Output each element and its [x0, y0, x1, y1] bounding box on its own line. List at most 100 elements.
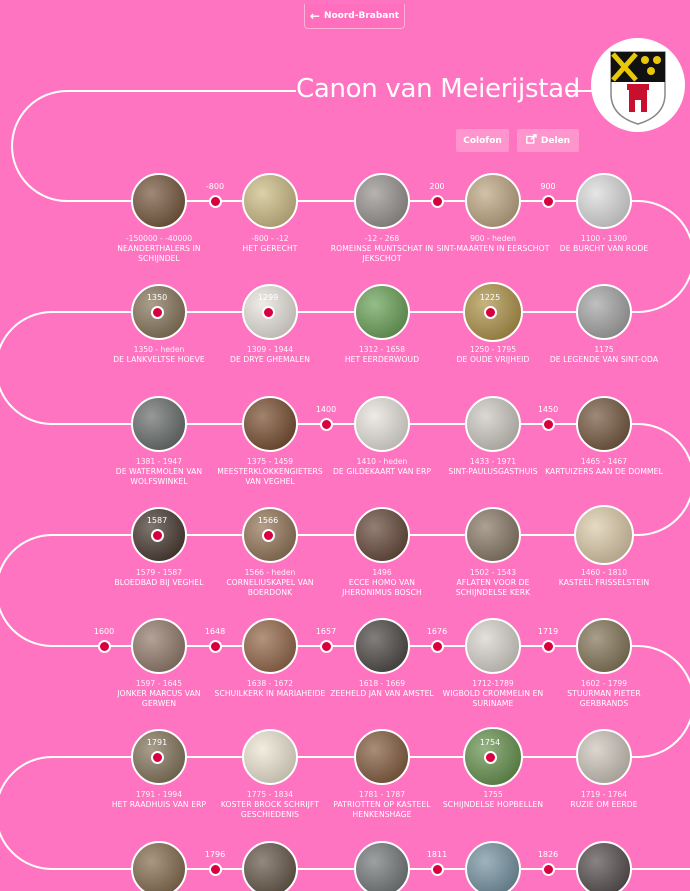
timeline-marker-dot [319, 417, 333, 431]
timeline-item-caption[interactable]: 1381 - 1947 De watermolen van Wolfswinkel [100, 457, 218, 487]
timeline-item-thumbnail[interactable] [242, 729, 298, 785]
timeline-item-date: 1375 - 1459 [246, 457, 294, 466]
timeline-item-thumbnail[interactable] [131, 396, 187, 452]
timeline-item-caption[interactable]: 1175 De legende van Sint-Oda [545, 345, 663, 365]
timeline-item-title: De legende van Sint-Oda [549, 355, 659, 364]
timeline-item-caption[interactable]: 1465 - 1467 Kartuizers aan de Dommel [545, 457, 663, 477]
timeline-item-thumbnail[interactable] [465, 841, 521, 891]
timeline-marker-year: 1450 [537, 405, 559, 414]
timeline-marker-dot [483, 305, 497, 319]
timeline-item-thumbnail[interactable] [242, 841, 298, 891]
timeline-item-title: De gildekaart van Erp [332, 467, 432, 476]
timeline-item-caption[interactable]: 1433 - 1971 Sint-Paulusgasthuis [434, 457, 552, 477]
timeline-item-thumbnail[interactable] [354, 396, 410, 452]
timeline-item-caption[interactable]: 1775 - 1834 Koster Brock schrijft geschie… [211, 790, 329, 820]
timeline-marker-year: 900 [540, 182, 556, 191]
timeline-item-thumbnail[interactable] [576, 284, 632, 340]
timeline-item-caption[interactable]: 1350 - heden De Lankveltse Hoeve [100, 345, 218, 365]
timeline-item-thumbnail[interactable] [576, 841, 632, 891]
timeline-item-caption[interactable]: 1502 - 1543 Aflaten voor de Schijndelse k… [434, 568, 552, 598]
timeline-item-thumbnail[interactable] [354, 841, 410, 891]
share-button[interactable]: Delen [517, 129, 579, 152]
timeline-item-thumbnail[interactable] [131, 618, 187, 674]
timeline-marker-year: 1350 [146, 293, 168, 302]
timeline-item-thumbnail[interactable] [131, 173, 187, 229]
share-icon [526, 134, 537, 147]
timeline-item-caption[interactable]: 1312 - 1658 Het Eerderwoud [323, 345, 441, 365]
timeline-item-thumbnail[interactable] [242, 396, 298, 452]
timeline-marker-year: 1796 [204, 850, 226, 859]
timeline-item-caption[interactable]: 1791 - 1994 Het raadhuis van Erp [100, 790, 218, 810]
timeline-item-title: Meesterklokkengieters van Veghel [217, 467, 323, 486]
timeline-item-thumbnail[interactable] [242, 618, 298, 674]
timeline-item-title: Neanderthalers in Schijndel [117, 244, 201, 263]
timeline-item-title: Wigbold Crommelin en Suriname [442, 689, 544, 708]
timeline-item-thumbnail[interactable] [576, 618, 632, 674]
timeline-item-title: Kartuizers aan de Dommel [545, 467, 663, 476]
timeline-item-caption[interactable]: 900 - heden Sint-Maarten in Eerschot [434, 234, 552, 254]
timeline-item-title: Stuurman Pieter Gerbrands [567, 689, 641, 708]
timeline-item-thumbnail[interactable] [576, 173, 632, 229]
timeline-item-thumbnail[interactable] [465, 396, 521, 452]
timeline-item-thumbnail[interactable] [131, 841, 187, 891]
timeline-item-title: Het raadhuis van Erp [111, 800, 207, 809]
timeline-item-caption[interactable]: 1638 - 1672 Schuilkerk in Mariaheide [211, 679, 329, 699]
timeline-marker-year: 1826 [537, 850, 559, 859]
timeline-item-date: 1719 - 1764 [580, 790, 628, 799]
timeline-item-caption[interactable]: 1496 Ecce Homo van Jheronimus Bosch [323, 568, 441, 598]
timeline-item-thumbnail[interactable] [576, 729, 632, 785]
timeline-item-thumbnail[interactable] [354, 507, 410, 563]
timeline-item-caption[interactable]: 1755 Schijndelse hopbellen [434, 790, 552, 810]
timeline-marker-dot [150, 750, 164, 764]
timeline-item-caption[interactable]: 1712-1789 Wigbold Crommelin en Suriname [434, 679, 552, 709]
timeline-item-caption[interactable]: 1602 - 1799 Stuurman Pieter Gerbrands [545, 679, 663, 709]
timeline-item-caption[interactable]: 1618 - 1669 Zeeheld Jan van Amstel [323, 679, 441, 699]
timeline-item-thumbnail[interactable] [465, 507, 521, 563]
timeline-item-caption[interactable]: -150000 - -40000 Neanderthalers in Schijn… [100, 234, 218, 264]
timeline-item-caption[interactable]: 1100 - 1300 De burcht van Rode [545, 234, 663, 254]
colofon-button[interactable]: Colofon [456, 129, 509, 152]
timeline-item-thumbnail[interactable] [354, 729, 410, 785]
timeline-item-caption[interactable]: 1410 - heden De gildekaart van Erp [323, 457, 441, 477]
timeline-item-date: -800 - -12 [251, 234, 289, 243]
timeline-marker-year: 1754 [479, 738, 501, 747]
timeline-marker-dot [319, 639, 333, 653]
timeline-marker-year: 1676 [426, 627, 448, 636]
timeline-item-thumbnail[interactable] [354, 173, 410, 229]
timeline-item-caption[interactable]: 1566 - heden Corneliuskapel van Boerdonk [211, 568, 329, 598]
timeline-item-caption[interactable]: -800 - -12 Het gerecht [211, 234, 329, 254]
timeline-item-title: Corneliuskapel van Boerdonk [226, 578, 314, 597]
timeline-item-thumbnail[interactable] [574, 505, 634, 565]
timeline-item-title: Zeeheld Jan van Amstel [330, 689, 434, 698]
timeline-item-thumbnail[interactable] [242, 173, 298, 229]
timeline-item-caption[interactable]: 1460 - 1810 Kasteel Frisselstein [545, 568, 663, 588]
timeline-item-caption[interactable]: 1579 - 1587 Bloedbad bij Veghel [100, 568, 218, 588]
timeline-item-thumbnail[interactable] [576, 396, 632, 452]
timeline-marker-dot [261, 528, 275, 542]
timeline-item-date: 1433 - 1971 [469, 457, 517, 466]
back-button[interactable]: ← Noord-Brabant [304, 4, 405, 29]
timeline-marker-year: 1566 [257, 516, 279, 525]
timeline-marker-year: -800 [205, 182, 225, 191]
timeline-item-caption[interactable]: -12 - 268 Romeinse muntschat in Jekschot [323, 234, 441, 264]
timeline-item-caption[interactable]: 1309 - 1944 De drye ghemalen [211, 345, 329, 365]
timeline-item-thumbnail[interactable] [465, 173, 521, 229]
timeline-item-date: 1381 - 1947 [135, 457, 183, 466]
timeline-item-title: Schijndelse hopbellen [442, 800, 544, 809]
timeline-item-thumbnail[interactable] [354, 284, 410, 340]
timeline-item-date: 1602 - 1799 [580, 679, 628, 688]
timeline-item-thumbnail[interactable] [354, 618, 410, 674]
timeline-item-date: 1579 - 1587 [135, 568, 183, 577]
timeline-item-caption[interactable]: 1719 - 1764 Ruzie om eerde [545, 790, 663, 810]
timeline-item-caption[interactable]: 1781 - 1787 Patriotten op Kasteel Henkens… [323, 790, 441, 820]
timeline-item-caption[interactable]: 1250 - 1795 De oude vrijheid [434, 345, 552, 365]
timeline-item-thumbnail[interactable] [465, 618, 521, 674]
timeline-item-date: 1618 - 1669 [358, 679, 406, 688]
timeline-item-title: Het gerecht [242, 244, 298, 253]
timeline-marker-dot [208, 639, 222, 653]
timeline-marker-year: 1299 [257, 293, 279, 302]
timeline-item-caption[interactable]: 1597 - 1645 Jonker Marcus van Gerwen [100, 679, 218, 709]
crest-badge [591, 38, 685, 132]
timeline-item-caption[interactable]: 1375 - 1459 Meesterklokkengieters van Veg… [211, 457, 329, 487]
timeline-item-title: De drye ghemalen [230, 355, 310, 364]
